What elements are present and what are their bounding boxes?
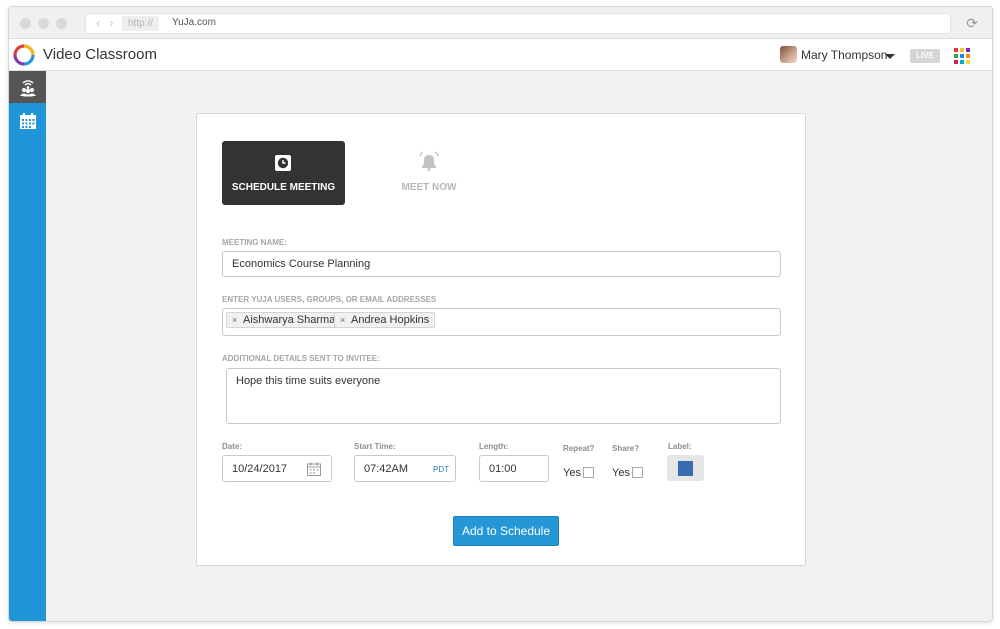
chevron-down-icon[interactable] bbox=[885, 54, 895, 59]
remove-tag-icon[interactable]: × bbox=[232, 313, 237, 327]
details-value: Hope this time suits everyone bbox=[236, 375, 381, 387]
invitees-input[interactable]: × Aishwarya Sharma × Andrea Hopkins bbox=[222, 308, 781, 336]
sidebar bbox=[9, 71, 46, 621]
live-badge[interactable]: LIVE bbox=[910, 49, 940, 63]
user-avatar[interactable] bbox=[780, 46, 797, 63]
date-label: Date: bbox=[222, 442, 243, 451]
user-name[interactable]: Mary Thompson bbox=[801, 48, 887, 62]
maximize-window-button[interactable] bbox=[56, 18, 67, 29]
details-label: ADDITIONAL DETAILS SENT TO INVITEE: bbox=[222, 354, 380, 363]
share-label: Share? bbox=[612, 444, 640, 453]
label-color-picker[interactable] bbox=[667, 455, 704, 481]
close-window-button[interactable] bbox=[20, 18, 31, 29]
url-protocol: http:// bbox=[122, 16, 160, 31]
live-meeting-icon bbox=[19, 80, 36, 97]
app-title: Video Classroom bbox=[43, 46, 157, 63]
date-value: 10/24/2017 bbox=[232, 463, 288, 475]
invitee-name: Aishwarya Sharma bbox=[243, 314, 336, 326]
share-yes-label: Yes bbox=[612, 467, 630, 479]
yuja-logo-icon bbox=[13, 44, 35, 66]
sidebar-item-calendar[interactable] bbox=[9, 105, 46, 137]
browser-toolbar: ‹ › http:// YuJa.com ⟳ bbox=[9, 7, 992, 39]
meeting-name-value: Economics Course Planning bbox=[232, 258, 371, 270]
invitee-tag[interactable]: × Andrea Hopkins bbox=[334, 312, 436, 328]
date-input[interactable]: 10/24/2017 bbox=[222, 455, 332, 482]
length-value: 01:00 bbox=[489, 463, 517, 475]
calendar-icon bbox=[19, 113, 36, 129]
tab-meet-now-label: MEET NOW bbox=[401, 182, 457, 193]
back-forward-icon[interactable]: ‹ › bbox=[96, 16, 116, 30]
browser-window: ‹ › http:// YuJa.com ⟳ Video Classroom M… bbox=[8, 6, 993, 622]
tab-meet-now[interactable]: MEET NOW bbox=[392, 141, 466, 205]
url-domain: YuJa.com bbox=[172, 17, 216, 28]
label-color-swatch bbox=[678, 461, 693, 476]
label-color-label: Label: bbox=[668, 442, 692, 451]
length-label: Length: bbox=[479, 442, 509, 451]
repeat-checkbox[interactable] bbox=[583, 467, 594, 478]
add-to-schedule-button[interactable]: Add to Schedule bbox=[453, 516, 559, 546]
sidebar-item-live-meetings[interactable] bbox=[9, 71, 46, 103]
bell-icon bbox=[419, 151, 439, 171]
calendar-picker-icon[interactable] bbox=[307, 462, 321, 476]
length-input[interactable]: 01:00 bbox=[479, 455, 549, 482]
meeting-name-label: MEETING NAME: bbox=[222, 238, 287, 247]
invitees-label: ENTER YUJA USERS, GROUPS, OR EMAIL ADDRE… bbox=[222, 295, 437, 304]
start-time-value: 07:42AM bbox=[364, 463, 409, 475]
repeat-label: Repeat? bbox=[563, 444, 595, 453]
tab-schedule-meeting[interactable]: SCHEDULE MEETING bbox=[222, 141, 345, 205]
repeat-yes-label: Yes bbox=[563, 467, 581, 479]
invitee-tag[interactable]: × Aishwarya Sharma bbox=[226, 312, 342, 328]
tab-schedule-label: SCHEDULE MEETING bbox=[231, 182, 336, 193]
details-textarea[interactable]: Hope this time suits everyone bbox=[226, 368, 781, 424]
schedule-meeting-card: SCHEDULE MEETING MEET NOW MEETING NAME: … bbox=[196, 113, 806, 566]
address-bar[interactable]: ‹ › http:// YuJa.com bbox=[85, 13, 951, 34]
app-header: Video Classroom Mary Thompson LIVE bbox=[9, 39, 992, 71]
remove-tag-icon[interactable]: × bbox=[340, 313, 345, 327]
invitee-name: Andrea Hopkins bbox=[351, 314, 430, 326]
start-time-input[interactable]: 07:42AM PDT bbox=[354, 455, 456, 482]
meeting-name-input[interactable]: Economics Course Planning bbox=[222, 251, 781, 277]
start-time-label: Start Time: bbox=[354, 442, 396, 451]
minimize-window-button[interactable] bbox=[38, 18, 49, 29]
reload-icon[interactable]: ⟳ bbox=[966, 15, 978, 32]
timezone-label: PDT bbox=[433, 465, 449, 474]
clock-icon bbox=[275, 155, 291, 171]
share-checkbox[interactable] bbox=[632, 467, 643, 478]
apps-grid-icon[interactable] bbox=[954, 48, 970, 64]
